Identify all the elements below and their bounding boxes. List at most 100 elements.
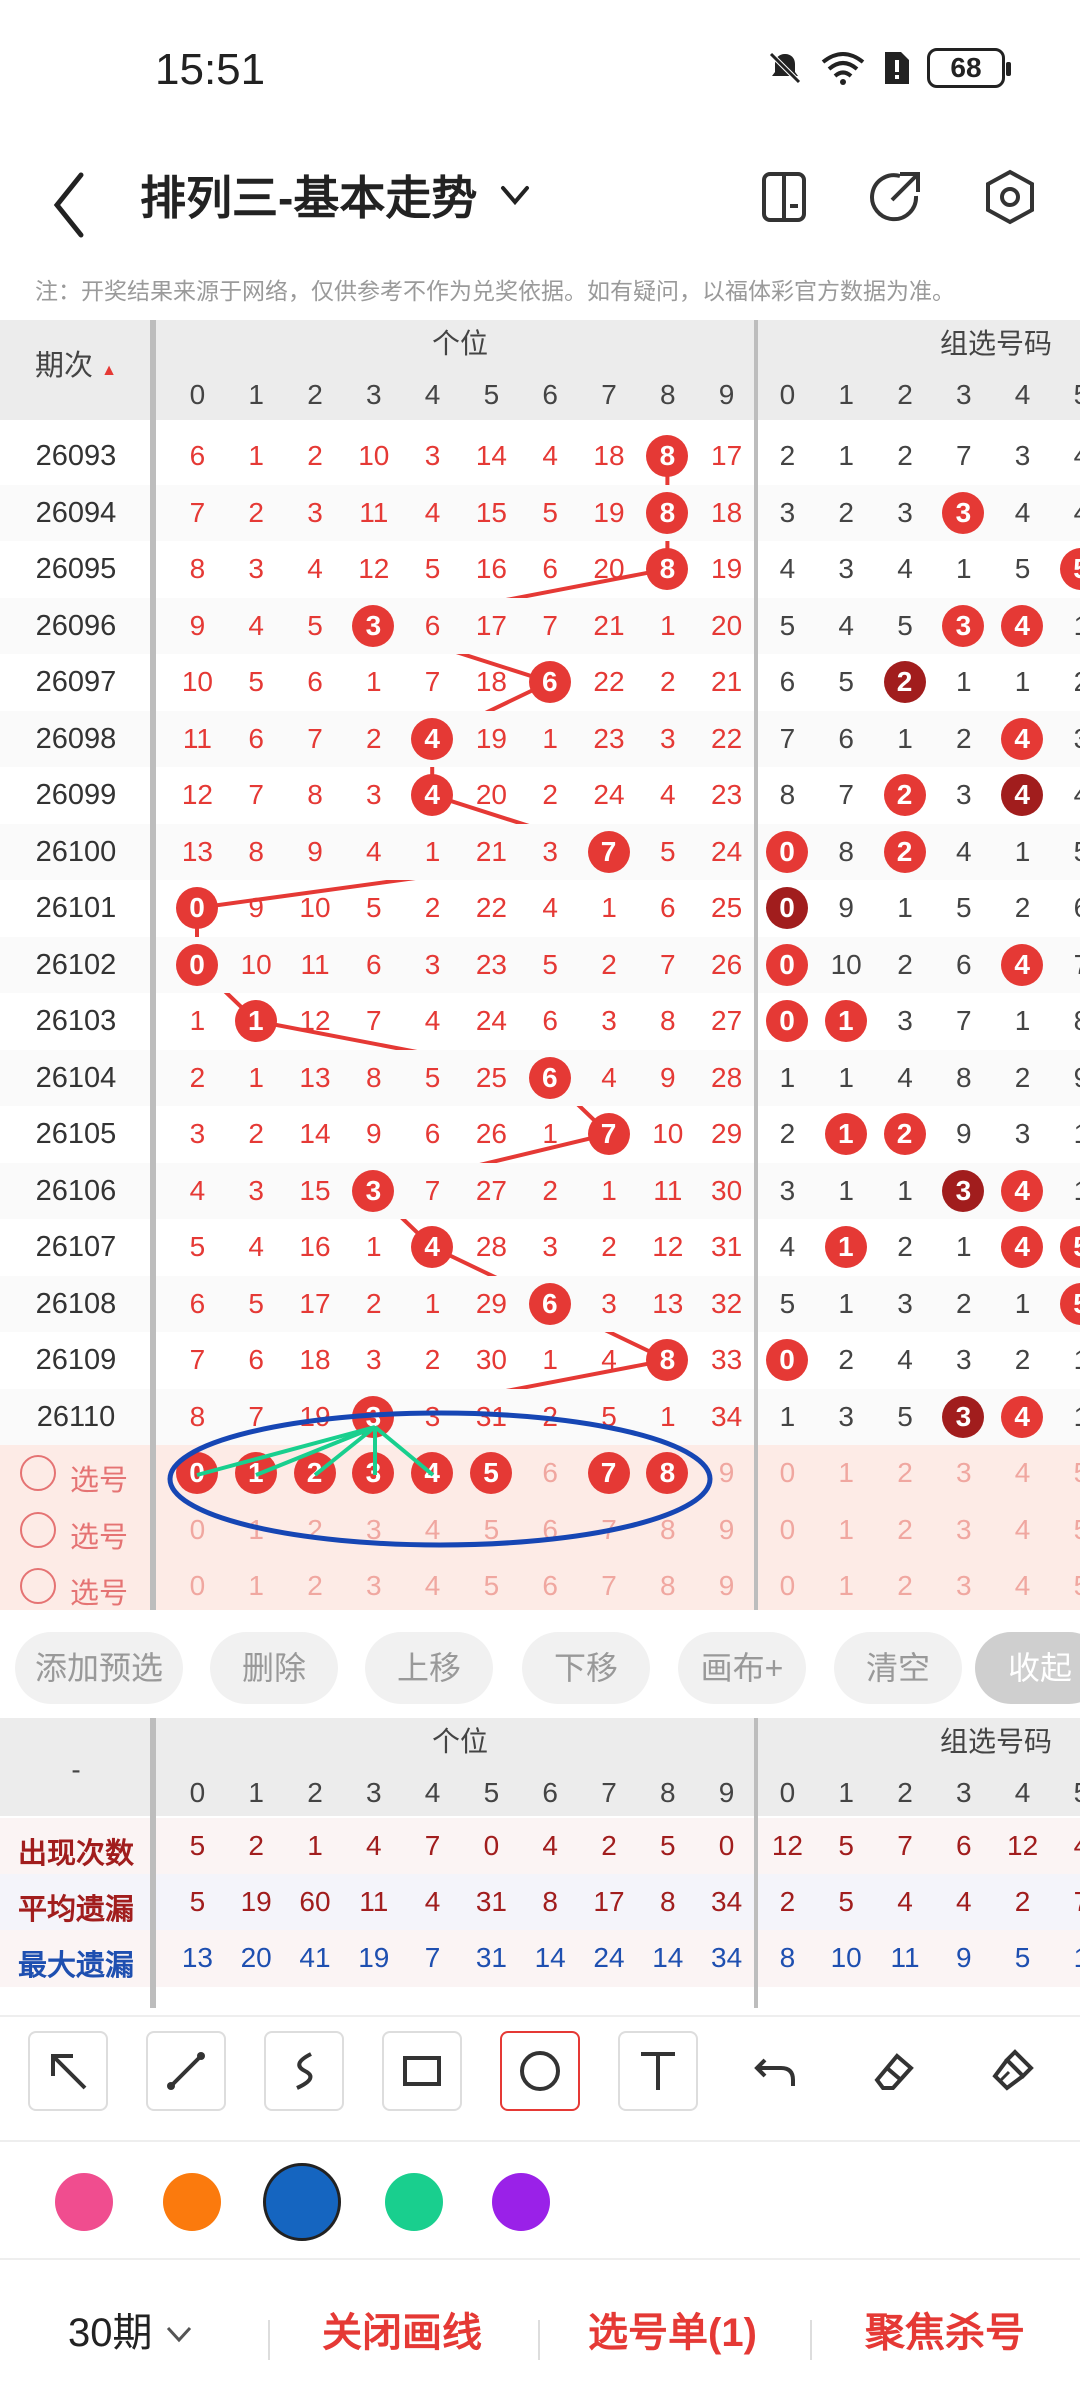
stats-value: 0 — [718, 1830, 735, 1861]
stats-ge-digit: 5 — [483, 1777, 500, 1808]
stats-zu-digit: 2 — [897, 1777, 913, 1808]
color-palette — [0, 2140, 1080, 2260]
stats-value: 60 — [299, 1886, 331, 1917]
circle-tool-icon[interactable] — [500, 2031, 580, 2111]
stats-zu-value: 11 — [890, 1942, 920, 1973]
bottom-bar: 30期 关闭画线 选号单(1) 聚焦杀号 — [0, 2270, 1080, 2400]
stats-zu-digit: 4 — [1014, 1777, 1031, 1808]
color-swatch[interactable] — [492, 2173, 550, 2231]
canvas-plus-button[interactable]: 画布+ — [678, 1632, 806, 1704]
action-button-row: 添加预选 删除 上移 下移 画布+ 清空 收起 — [0, 1622, 1080, 1712]
stats-value: 1 — [307, 1830, 323, 1861]
drawing-overlay — [167, 1410, 713, 1548]
stats-ge-digit: 7 — [601, 1777, 617, 1808]
settings-hex-icon[interactable] — [975, 162, 1045, 232]
stats-ge-digit: 3 — [366, 1777, 382, 1808]
stats-zu-value: 5 — [838, 1886, 854, 1917]
period-select[interactable]: 30期 — [68, 2300, 194, 2358]
trend-table: 期次 ▲ 个位 组选号码 0123456789012345 2609361210… — [0, 320, 1080, 1610]
status-time: 15:51 — [155, 45, 266, 94]
phone-layout-icon[interactable] — [750, 162, 820, 232]
stats-row-label: 平均遗漏 — [17, 1894, 134, 1926]
stats-ge-digit: 8 — [660, 1777, 676, 1808]
stats-ge-digit: 4 — [424, 1777, 441, 1808]
stats-row: 出现次数521470425012576124 — [0, 1818, 1080, 1875]
stats-value: 19 — [240, 1886, 272, 1917]
stats-ge-digit: 0 — [189, 1777, 206, 1808]
text-tool-icon[interactable] — [618, 2031, 698, 2111]
stats-zu-value: 10 — [830, 1942, 862, 1973]
delete-button[interactable]: 删除 — [210, 1632, 338, 1704]
drawing-toolbar — [0, 2015, 1080, 2135]
stats-zu-value: 7 — [897, 1830, 913, 1861]
pick-list-button[interactable]: 选号单(1) — [588, 2300, 757, 2358]
share-icon[interactable] — [860, 162, 930, 232]
stats-value: 14 — [534, 1942, 566, 1973]
stats-zu-digit: 5 — [1052, 1768, 1080, 1818]
stats-row: 最大遗漏 13 20 41 19 7 31 14 24 14 34 8 10 11 9 51 — [0, 1930, 1080, 1987]
stats-value: 41 — [299, 1942, 331, 1973]
rectangle-tool-icon[interactable] — [382, 2031, 462, 2111]
page-title: 排列三-基本走势 — [140, 172, 478, 224]
close-drawing-button[interactable]: 关闭画线 — [322, 2300, 482, 2358]
stats-value: 34 — [711, 1886, 743, 1917]
stats-ge-digit: 6 — [542, 1777, 558, 1808]
clear-brush-icon[interactable] — [972, 2031, 1052, 2111]
stats-ge-digit: 1 — [248, 1777, 264, 1808]
collapse-button[interactable]: 收起 — [975, 1632, 1080, 1704]
eraser-icon[interactable] — [854, 2031, 934, 2111]
stats-value: 31 — [475, 1942, 507, 1973]
color-swatch[interactable] — [163, 2173, 221, 2231]
drawn-ellipse — [167, 1410, 713, 1548]
stats-value: 5 — [189, 1830, 206, 1861]
arrow-tool-icon[interactable] — [28, 2031, 108, 2111]
stats-value: 14 — [652, 1942, 684, 1973]
stats-value: 4 — [424, 1886, 441, 1917]
move-up-button[interactable]: 上移 — [365, 1632, 493, 1704]
curve-tool-icon[interactable] — [264, 2031, 344, 2111]
stats-value: 11 — [359, 1886, 389, 1917]
stats-value: 31 — [475, 1886, 507, 1917]
undo-icon[interactable] — [736, 2031, 816, 2111]
disclaimer-note: 注：开奖结果来源于网络，仅供参考不作为兑奖依据。如有疑问，以福体彩官方数据为准。 — [35, 278, 955, 304]
stats-table: - 个位 组选号码 0123456789012345 出现次数521470425… — [0, 1718, 1080, 2008]
stats-value: 17 — [593, 1886, 625, 1917]
chevron-down-icon — [166, 2326, 191, 2343]
move-down-button[interactable]: 下移 — [522, 1632, 650, 1704]
stats-zu-digit: 0 — [779, 1777, 796, 1808]
status-icons: 68 — [765, 48, 1011, 88]
color-swatch[interactable] — [55, 2173, 113, 2231]
color-swatch[interactable] — [263, 2163, 341, 2241]
stats-value: 0 — [483, 1830, 500, 1861]
back-arrow-icon[interactable] — [45, 165, 95, 245]
stats-ge-header: 个位 — [431, 1726, 488, 1757]
stats-zu-value: 12 — [771, 1830, 803, 1861]
stats-zu-value: 7 — [1052, 1886, 1080, 1918]
status-bar: 15:51 68 — [0, 0, 1080, 140]
clear-button[interactable]: 清空 — [834, 1632, 962, 1704]
page-title-dropdown[interactable]: 排列三-基本走势 — [140, 162, 533, 228]
app-header: 排列三-基本走势 — [0, 140, 1080, 280]
stats-ge-digit: 2 — [307, 1777, 323, 1808]
stats-value: 4 — [366, 1830, 382, 1861]
stats-zu-value: 1 — [1052, 1942, 1080, 1974]
stats-row-label: 最大遗漏 — [17, 1950, 134, 1982]
chevron-down-icon — [501, 186, 530, 206]
stats-zu-value: 4 — [956, 1886, 972, 1917]
stats-value: 2 — [601, 1830, 617, 1861]
stats-value: 2 — [248, 1830, 264, 1861]
line-tool-icon[interactable] — [146, 2031, 226, 2111]
mute-bell-icon — [769, 52, 801, 84]
add-preselect-button[interactable]: 添加预选 — [15, 1632, 183, 1704]
stats-zu-digit: 3 — [956, 1777, 972, 1808]
focus-kill-button[interactable]: 聚焦杀号 — [865, 2300, 1025, 2358]
stats-left-divider — [150, 1718, 156, 2008]
stats-value: 5 — [660, 1830, 676, 1861]
color-swatch[interactable] — [385, 2173, 443, 2231]
stats-zu-value: 2 — [779, 1886, 796, 1917]
stats-row: 平均遗漏5196011431817834254427 — [0, 1874, 1080, 1931]
stats-value: 20 — [240, 1942, 272, 1973]
stats-value: 4 — [542, 1830, 558, 1861]
stats-zu-value: 5 — [1014, 1942, 1031, 1973]
wifi-icon — [821, 52, 865, 85]
